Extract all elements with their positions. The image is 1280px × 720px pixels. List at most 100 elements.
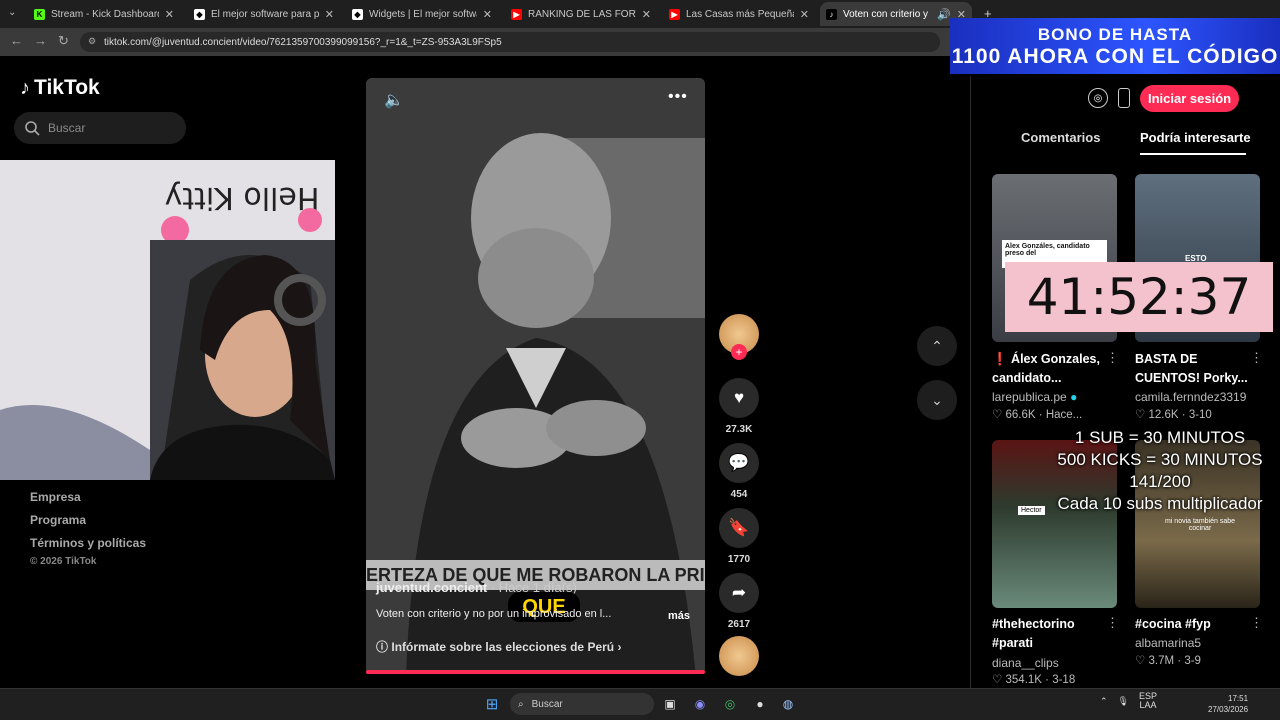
video-progress-bar[interactable] xyxy=(366,670,705,674)
bonus-line-2: 1100 AHORA CON EL CÓDIGO xyxy=(951,45,1279,68)
related-title[interactable]: ❗ Álex Gonzales, candidato... xyxy=(992,350,1117,388)
tab-comments[interactable]: Comentarios xyxy=(1021,130,1100,145)
explore-icon[interactable]: ◎ xyxy=(1088,88,1108,108)
streamer-webcam: Hello Kitty xyxy=(0,160,335,480)
chevron-up-icon: ⌃ xyxy=(931,337,943,354)
save-button[interactable]: 🔖 xyxy=(719,508,759,548)
header-tools: ◎ Iniciar sesión xyxy=(1088,84,1258,112)
task-view-icon[interactable]: ▣ xyxy=(660,694,680,714)
streamelements-icon: ◆ xyxy=(352,8,363,20)
youtube-icon: ▶ xyxy=(511,8,522,20)
verified-icon: ● xyxy=(1070,390,1078,404)
related-author[interactable]: albamarina5 xyxy=(1135,636,1201,650)
subathon-rules: 1 SUB = 30 MINUTOS 500 KICKS = 30 MINUTO… xyxy=(1057,428,1263,513)
heart-outline-icon: ♡ xyxy=(1135,409,1146,421)
youtube-icon: ▶ xyxy=(669,8,680,20)
app-icon[interactable]: ● xyxy=(750,694,770,714)
related-author[interactable]: camila.fernndez3319 xyxy=(1135,390,1246,404)
taskbar-clock[interactable]: 17:51 27/03/2026 xyxy=(1208,693,1248,715)
browser-tab[interactable]: ▶ Las Casas más Pequeñas del M ✕ xyxy=(663,2,815,26)
streamelements-icon: ◆ xyxy=(194,8,205,20)
info-icon: ⓘ xyxy=(376,640,389,654)
video-description: Voten con criterio y no por un improvisa… xyxy=(376,608,612,620)
search-input[interactable]: Buscar xyxy=(14,112,186,144)
related-author[interactable]: diana__clips xyxy=(992,656,1059,670)
elections-info-link[interactable]: ⓘ Infórmate sobre las elecciones de Perú… xyxy=(376,638,621,655)
browser-tab[interactable]: ◆ Widgets | El mejor software par ✕ xyxy=(346,2,498,26)
chevron-right-icon: › xyxy=(617,640,622,654)
heart-outline-icon: ♡ xyxy=(992,674,1003,686)
bookmark-icon: 🔖 xyxy=(728,518,750,537)
follow-plus-icon[interactable]: + xyxy=(731,344,747,360)
related-author[interactable]: larepublica.pe ● xyxy=(992,390,1077,404)
site-info-icon[interactable]: ⚙ xyxy=(88,36,96,47)
more-icon[interactable]: ⋮ xyxy=(1106,615,1119,631)
browser-tab[interactable]: ▶ RANKING DE LAS FORTUNAS D ✕ xyxy=(505,2,657,26)
subathon-timer: 41:52:37 xyxy=(1005,262,1273,332)
footer-link-terminos[interactable]: Términos y políticas xyxy=(30,536,146,550)
more-options-icon[interactable]: ••• xyxy=(668,88,688,106)
share-button[interactable]: ➦ xyxy=(719,573,759,613)
save-count: 1770 xyxy=(727,554,751,565)
chevron-down-icon: ⌄ xyxy=(931,391,943,408)
more-icon[interactable]: ⋮ xyxy=(1250,615,1263,631)
close-tab-icon[interactable]: ✕ xyxy=(325,8,334,21)
more-button[interactable]: más xyxy=(668,610,690,622)
bonus-banner-overlay: BONO DE HASTA 1100 AHORA CON EL CÓDIGO xyxy=(950,18,1280,74)
steam-icon[interactable]: ◍ xyxy=(778,694,798,714)
close-tab-icon[interactable]: ✕ xyxy=(642,8,651,21)
sound-avatar[interactable] xyxy=(719,636,759,676)
chrome-icon[interactable]: ◎ xyxy=(720,694,740,714)
heart-outline-icon: ♡ xyxy=(1135,655,1146,667)
login-button[interactable]: Iniciar sesión xyxy=(1140,84,1240,112)
author-avatar[interactable]: + xyxy=(719,314,759,360)
tiktok-logo[interactable]: ♪ TikTok xyxy=(20,76,100,100)
mic-icon[interactable]: 🎙 xyxy=(1118,696,1129,707)
more-icon[interactable]: ⋮ xyxy=(1106,350,1119,366)
related-stats: ♡ 12.6K · 3-10 xyxy=(1135,409,1212,421)
close-tab-icon[interactable]: ✕ xyxy=(800,8,809,21)
search-icon: ⌕ xyxy=(518,698,524,710)
tiktok-note-icon: ♪ xyxy=(20,76,30,99)
speaker-icon[interactable]: 🔊 xyxy=(937,8,951,21)
tab-active-indicator xyxy=(1140,153,1246,155)
like-button[interactable]: ♥ xyxy=(719,378,759,418)
phone-icon[interactable] xyxy=(1118,88,1130,108)
browser-tab[interactable]: K Stream - Kick Dashboard ✕ xyxy=(28,2,180,26)
related-title[interactable]: #cocina #fyp xyxy=(1135,615,1260,634)
forward-icon[interactable]: → xyxy=(34,33,47,48)
back-icon[interactable]: ← xyxy=(10,33,23,48)
language-indicator[interactable]: ESP LAA xyxy=(1139,692,1157,710)
close-tab-icon[interactable]: ✕ xyxy=(165,8,174,21)
close-tab-icon[interactable]: ✕ xyxy=(483,8,492,21)
comment-button[interactable]: 💬 xyxy=(719,443,759,483)
tab-related[interactable]: Podría interesarte xyxy=(1140,130,1251,145)
chevron-up-icon[interactable]: ⌃ xyxy=(1100,696,1108,707)
reload-icon[interactable]: ↻ xyxy=(58,33,69,49)
copyright: © 2026 TikTok xyxy=(30,556,97,567)
tiktok-icon: ♪ xyxy=(826,8,837,20)
system-tray: ⌃ 🎙 ESP LAA xyxy=(1100,692,1157,710)
url-field[interactable]: ⚙ tiktok.com/@juventud.concient/video/76… xyxy=(80,32,940,52)
related-stats: ♡ 3.7M · 3-9 xyxy=(1135,655,1201,667)
share-icon: ➦ xyxy=(731,583,747,602)
related-title[interactable]: BASTA DE CUENTOS! Porky... xyxy=(1135,350,1260,388)
heart-outline-icon: ♡ xyxy=(992,409,1003,421)
previous-video-button[interactable]: ⌃ xyxy=(917,326,957,366)
discord-icon[interactable]: ◉ xyxy=(690,694,710,714)
volume-icon[interactable]: 🔈 xyxy=(384,90,404,110)
share-count: 2617 xyxy=(727,619,751,630)
search-icon xyxy=(25,121,40,136)
related-title[interactable]: #thehectorino #parati xyxy=(992,615,1102,653)
windows-start-icon[interactable]: ⊞ xyxy=(482,694,502,714)
taskbar-search[interactable]: ⌕ Buscar xyxy=(510,693,654,715)
heart-icon: ♥ xyxy=(733,388,745,407)
more-icon[interactable]: ⋮ xyxy=(1250,350,1263,366)
footer-link-empresa[interactable]: Empresa xyxy=(30,490,81,504)
svg-text:Hello Kitty: Hello Kitty xyxy=(165,180,320,215)
tab-list-icon[interactable]: ⌄ xyxy=(8,7,16,18)
browser-tab[interactable]: ◆ El mejor software para potenci ✕ xyxy=(188,2,340,26)
next-video-button[interactable]: ⌄ xyxy=(917,380,957,420)
footer-link-programa[interactable]: Programa xyxy=(30,513,86,527)
related-stats: ♡ 66.6K · Hace... xyxy=(992,409,1083,421)
